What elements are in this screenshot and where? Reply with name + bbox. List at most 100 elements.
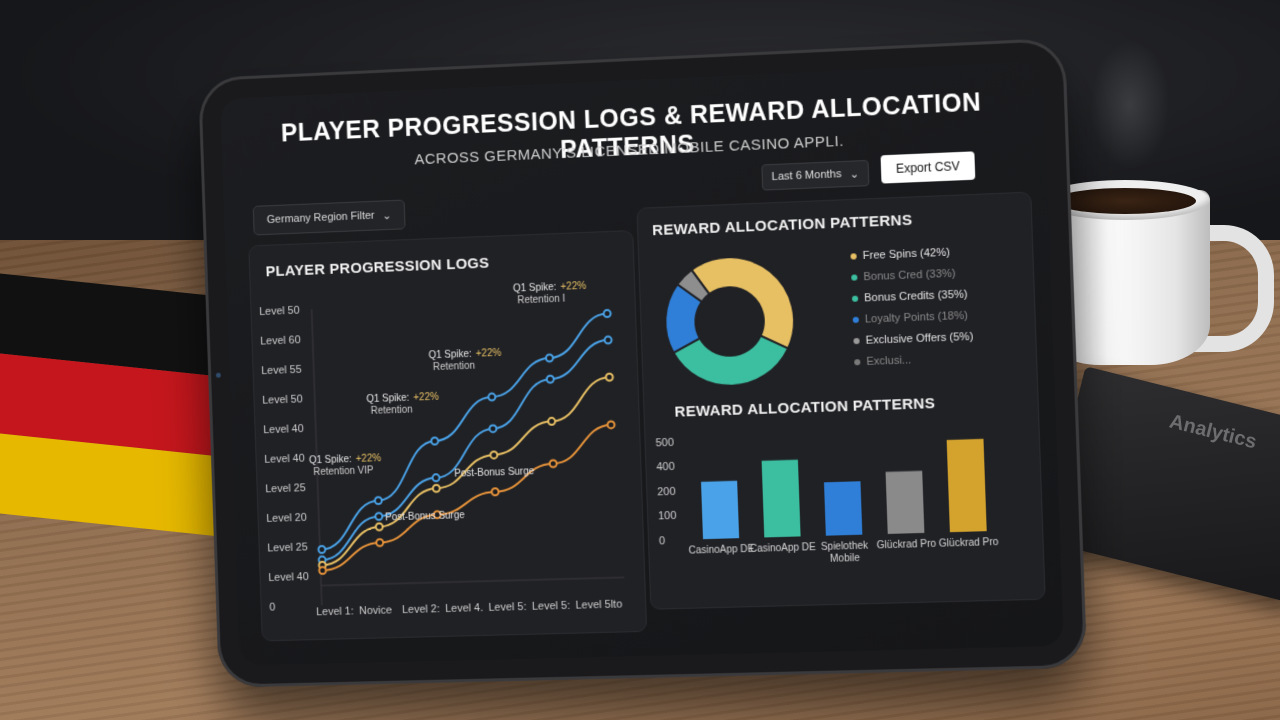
reward-bar-chart: 500 400 200 100 0 CasinoApp DECasinoApp DE Spi… bbox=[655, 437, 1000, 565]
donut-legend: Free Spins (42%) Bonus Cred (33%) Bonus Cr… bbox=[850, 244, 1028, 378]
coffee-steam bbox=[1090, 40, 1170, 170]
x-tick-label: Level 5: bbox=[532, 600, 571, 613]
legend-dot-icon bbox=[853, 337, 860, 345]
legend-item: Bonus Cred (33%) bbox=[851, 265, 1025, 284]
data-point[interactable] bbox=[375, 513, 382, 520]
annotation-label: Retention bbox=[371, 404, 413, 416]
series-line bbox=[315, 340, 615, 560]
period-label: Last 6 Months bbox=[771, 168, 842, 184]
data-point[interactable] bbox=[605, 372, 615, 382]
data-point[interactable] bbox=[318, 546, 325, 553]
notebook-label: Analytics bbox=[1167, 410, 1259, 454]
legend-dot-icon bbox=[852, 316, 859, 324]
series-line bbox=[318, 425, 616, 571]
legend-label: Exclusi... bbox=[866, 354, 912, 368]
data-point[interactable] bbox=[490, 451, 497, 458]
data-point[interactable] bbox=[492, 488, 499, 495]
bar[interactable] bbox=[701, 480, 740, 540]
data-point[interactable] bbox=[488, 393, 495, 400]
legend-label: Bonus Cred (33%) bbox=[863, 267, 956, 284]
donut-slice[interactable] bbox=[691, 255, 795, 352]
data-point[interactable] bbox=[603, 309, 613, 319]
reward-donut-chart bbox=[649, 238, 856, 406]
annotation-label: Q1 Spike: bbox=[309, 454, 352, 466]
bar[interactable] bbox=[823, 481, 863, 536]
data-point[interactable] bbox=[375, 497, 382, 504]
legend-item: Free Spins (42%) bbox=[850, 244, 1024, 263]
coffee-surface bbox=[1054, 188, 1196, 214]
y-tick-label: Level 50 bbox=[259, 305, 300, 318]
data-point[interactable] bbox=[431, 437, 438, 444]
period-dropdown[interactable]: Last 6 Months ⌄ bbox=[761, 159, 870, 191]
x-tick-label: Level 5: bbox=[488, 601, 526, 614]
tablet-screen: PLAYER PROGRESSION LOGS & REWARD ALLOCAT… bbox=[220, 60, 1064, 666]
x-tick-label: CasinoApp DE bbox=[688, 544, 755, 557]
y-tick-label: Level 25 bbox=[267, 541, 308, 554]
y-tick-label: Level 40 bbox=[268, 571, 309, 584]
data-point[interactable] bbox=[432, 474, 439, 481]
y-tick-label: Level 60 bbox=[260, 334, 301, 347]
germany-flag bbox=[0, 271, 240, 539]
region-filter-label: Germany Region Filter bbox=[266, 209, 375, 227]
legend-label: Loyalty Points (18%) bbox=[864, 309, 968, 326]
annotation-value: +22% bbox=[476, 348, 502, 360]
data-point[interactable] bbox=[547, 376, 554, 383]
legend-label: Bonus Credits (35%) bbox=[863, 288, 968, 305]
data-point[interactable] bbox=[546, 354, 553, 361]
data-point[interactable] bbox=[376, 539, 383, 546]
legend-dot-icon bbox=[850, 253, 857, 260]
data-point[interactable] bbox=[550, 460, 557, 467]
export-csv-button[interactable]: Export CSV bbox=[880, 151, 976, 184]
y-tick-label: Level 20 bbox=[266, 512, 307, 525]
legend-dot-icon bbox=[854, 359, 861, 366]
x-axis bbox=[321, 577, 624, 585]
chevron-down-icon: ⌄ bbox=[849, 167, 860, 181]
annotation-label: Post-Bonus Surge bbox=[385, 510, 465, 523]
data-point[interactable] bbox=[607, 420, 616, 430]
y-tick-label: Level 55 bbox=[261, 364, 302, 377]
data-point[interactable] bbox=[376, 523, 383, 530]
rewards-panel: REWARD ALLOCATION PATTERNS Free Spins (4… bbox=[636, 191, 1046, 610]
annotation-label: Q1 Spike: bbox=[513, 282, 557, 295]
progression-panel: PLAYER PROGRESSION LOGS Level 50 Level 60… bbox=[248, 229, 648, 642]
tablet-device: PLAYER PROGRESSION LOGS & REWARD ALLOCAT… bbox=[198, 37, 1088, 688]
annotation-label: Q1 Spike: bbox=[366, 393, 409, 405]
legend-label: Free Spins (42%) bbox=[862, 246, 951, 263]
bar[interactable] bbox=[761, 459, 801, 538]
y-tick-label: 100 bbox=[658, 510, 677, 523]
bar[interactable] bbox=[946, 438, 987, 533]
y-tick-label: Level 50 bbox=[262, 393, 303, 406]
y-tick-label: 0 bbox=[659, 535, 666, 547]
x-tick-label: Spielothek bbox=[821, 540, 869, 553]
x-tick-label: Level 5lto bbox=[575, 598, 622, 611]
legend-item: Exclusive Offers (5%) bbox=[853, 329, 1027, 347]
data-point[interactable] bbox=[433, 485, 440, 492]
data-point[interactable] bbox=[548, 418, 555, 425]
annotation-value: +22% bbox=[560, 281, 586, 293]
legend-item: Loyalty Points (18%) bbox=[852, 308, 1027, 326]
y-tick-label: Level 40 bbox=[264, 453, 305, 466]
x-tick-label: CasinoApp DE bbox=[750, 542, 817, 555]
annotation-label: Retention VIP bbox=[313, 465, 374, 478]
data-point[interactable] bbox=[604, 335, 614, 345]
tablet-camera bbox=[215, 372, 221, 378]
y-tick-label: Level 25 bbox=[265, 482, 306, 495]
annotation-label: Retention I bbox=[517, 294, 565, 307]
chevron-down-icon: ⌄ bbox=[382, 209, 392, 222]
region-filter-dropdown[interactable]: Germany Region Filter ⌄ bbox=[252, 199, 406, 236]
annotation-label: Retention bbox=[433, 361, 475, 374]
legend-item: Bonus Credits (35%) bbox=[851, 286, 1026, 305]
x-tick-label: Mobile bbox=[830, 553, 861, 565]
legend-label: Exclusive Offers (5%) bbox=[865, 330, 974, 347]
legend-dot-icon bbox=[851, 295, 859, 302]
data-point[interactable] bbox=[319, 567, 326, 574]
legend-item: Exclusi... bbox=[854, 350, 1028, 368]
y-tick-label: 200 bbox=[657, 486, 676, 499]
y-tick-label: 0 bbox=[269, 602, 275, 614]
x-tick-label: Glückrad Pro bbox=[939, 537, 1000, 550]
data-point[interactable] bbox=[489, 425, 496, 432]
bar[interactable] bbox=[885, 470, 925, 534]
donut-title: REWARD ALLOCATION PATTERNS bbox=[651, 211, 913, 240]
y-tick-label: Level 40 bbox=[263, 423, 304, 436]
annotation-label: Q1 Spike: bbox=[428, 349, 471, 362]
